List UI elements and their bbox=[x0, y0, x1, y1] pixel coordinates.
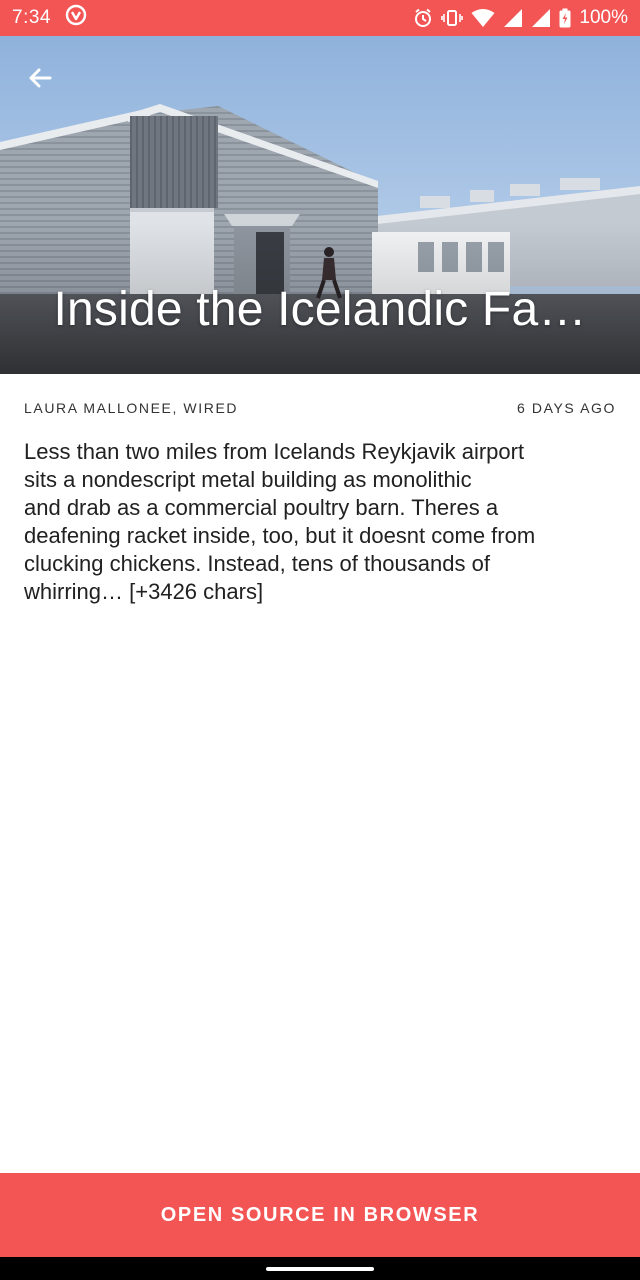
article-body-line: deafening racket inside, too, but it doe… bbox=[24, 523, 536, 548]
article-body-line: Less than two miles from Icelands Reykja… bbox=[24, 439, 525, 464]
article-meta: LAURA MALLONEE, WIRED 6 DAYS AGO bbox=[24, 398, 616, 418]
battery-percentage: 100% bbox=[579, 7, 628, 28]
article-body: Less than two miles from Icelands Reykja… bbox=[24, 438, 620, 606]
hero-image: Inside the Icelandic Fa… bbox=[0, 36, 640, 374]
article-author: LAURA MALLONEE, WIRED bbox=[24, 400, 239, 416]
status-right: 100% bbox=[413, 7, 628, 29]
status-bar: 7:34 100% bbox=[0, 0, 640, 36]
article-title: Inside the Icelandic Fa… bbox=[53, 283, 587, 336]
status-time: 7:34 bbox=[12, 7, 51, 28]
article-body-line: and drab as a commercial poultry barn. T… bbox=[24, 495, 499, 520]
article-body-line: clucking chickens. Instead, tens of thou… bbox=[24, 551, 490, 576]
wifi-icon bbox=[471, 8, 495, 28]
article-body-line: sits a nondescript metal building as mon… bbox=[24, 467, 472, 492]
status-left: 7:34 bbox=[12, 4, 87, 32]
alarm-icon bbox=[413, 8, 433, 28]
battery-icon bbox=[559, 8, 571, 28]
signal-icon bbox=[503, 8, 523, 28]
navigation-bar bbox=[0, 1257, 640, 1280]
article-time-ago: 6 DAYS AGO bbox=[517, 400, 616, 416]
app-notification-icon bbox=[65, 4, 87, 32]
article-body-line: whirring… [+3426 chars] bbox=[24, 579, 264, 604]
back-button[interactable] bbox=[18, 58, 62, 102]
vibrate-icon bbox=[441, 8, 464, 28]
arrow-left-icon bbox=[26, 64, 54, 97]
signal-icon-2 bbox=[531, 8, 551, 28]
open-source-button[interactable]: OPEN SOURCE IN BROWSER bbox=[0, 1173, 640, 1257]
home-gesture-handle[interactable] bbox=[266, 1267, 374, 1271]
